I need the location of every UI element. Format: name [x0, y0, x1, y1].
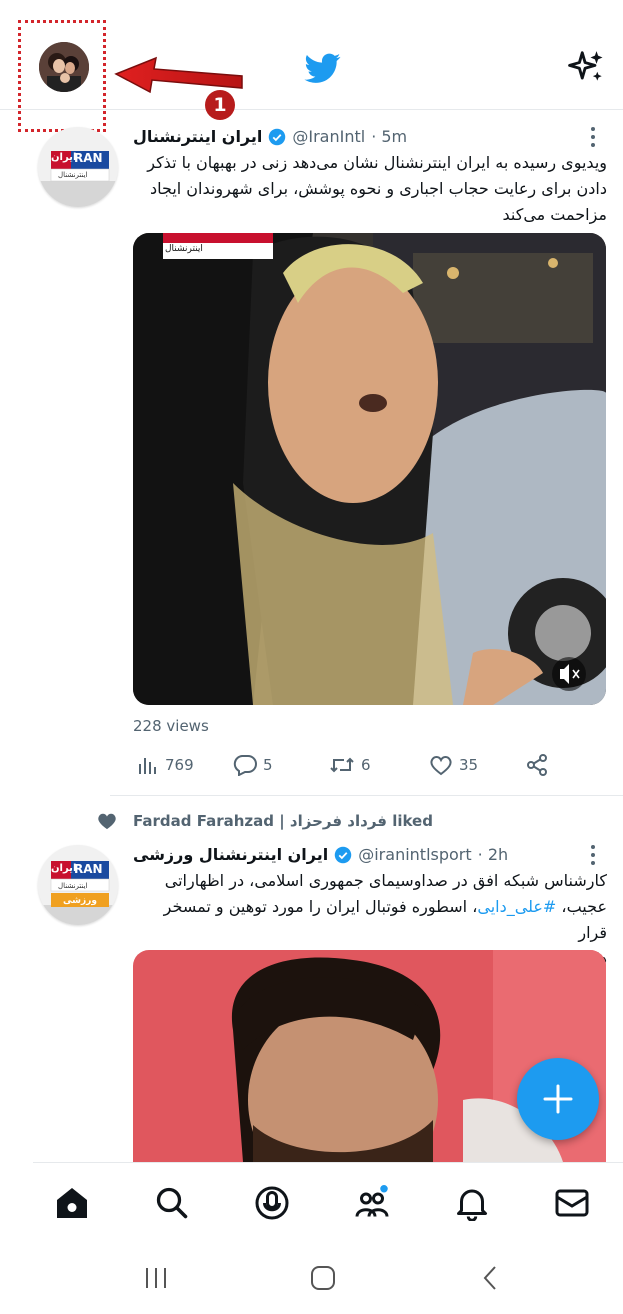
heart-icon: [430, 756, 452, 776]
plus-icon: [543, 1084, 573, 1114]
author-name[interactable]: ایران اینترنشنال ورزشی: [133, 845, 328, 864]
compose-tweet-button[interactable]: [517, 1058, 599, 1140]
tweet-text-fragment: عجیب،: [556, 897, 607, 916]
author-handle[interactable]: @iranintlsport: [358, 845, 471, 864]
tweet-text-line: عجیب، #علی_دایی، اسطوره فوتبال ایران را …: [133, 894, 607, 946]
analytics-icon: [139, 758, 156, 774]
tweet-text-line: کارشناس شبکه افق در صداوسیمای جمهوری اسل…: [164, 871, 607, 890]
notifications-icon[interactable]: [454, 1185, 490, 1221]
reply-button[interactable]: 5: [233, 754, 273, 776]
logo-fa-text: ایران: [51, 863, 77, 874]
share-icon[interactable]: [525, 753, 549, 777]
liked-suffix: liked: [392, 812, 433, 830]
liked-by-name: Fardad Farahzad | فرداد فرحزاد: [133, 812, 387, 830]
analytics-button[interactable]: 769: [137, 754, 194, 776]
analytics-count: 769: [165, 756, 194, 774]
verified-badge-icon: [334, 846, 352, 863]
recents-icon[interactable]: [141, 1263, 171, 1293]
video-channel-label: اینترنشنال: [165, 244, 203, 254]
logo-sub-text: اینترنشنال: [58, 882, 88, 890]
like-count: 35: [459, 756, 479, 774]
search-icon[interactable]: [154, 1185, 190, 1221]
messages-icon[interactable]: [554, 1185, 590, 1221]
author-handle[interactable]: @IranIntl: [292, 127, 365, 146]
retweet-button[interactable]: 6: [329, 754, 371, 776]
hashtag-link[interactable]: #علی_دایی: [477, 897, 556, 916]
communities-icon[interactable]: [354, 1185, 390, 1221]
verified-badge-icon: [269, 128, 286, 145]
spaces-icon[interactable]: [254, 1185, 290, 1221]
more-options-icon[interactable]: [590, 844, 596, 866]
retweet-icon: [330, 757, 354, 773]
tweet-video[interactable]: [133, 233, 606, 705]
liked-heart-icon: [98, 813, 116, 830]
like-button[interactable]: 35: [429, 754, 478, 776]
reply-count: 5: [263, 756, 273, 774]
tweet-time: · 5m: [371, 127, 408, 146]
tweet-time: · 2h: [477, 845, 509, 864]
home-button-icon[interactable]: [308, 1263, 338, 1293]
author-name[interactable]: ایران اینترنشنال: [133, 127, 262, 146]
tweet-author-avatar[interactable]: [38, 127, 118, 207]
views-count: 228 views: [133, 717, 209, 735]
tweet-header: ایران اینترنشنال ورزشی @iranintlsport · …: [133, 845, 508, 864]
logo-sub-text: اینترنشنال: [58, 171, 88, 179]
twitter-bird-icon[interactable]: [303, 50, 343, 86]
tweet-divider: [110, 795, 623, 796]
tweet-header: ایران اینترنشنال @IranIntl · 5m: [133, 127, 407, 146]
logo-en-text: RAN: [74, 862, 103, 876]
annotation-step-badge: 1: [205, 90, 235, 120]
video-frame: [133, 233, 606, 705]
logo-fa-text: ایران: [51, 152, 77, 163]
annotation-highlight-box: [18, 20, 106, 132]
tweet-text: ویدیوی رسیده به ایران اینترنشنال نشان می…: [147, 153, 607, 224]
logo-sport-text: ورزشی: [63, 896, 97, 906]
retweet-count: 6: [361, 756, 371, 774]
home-icon[interactable]: [54, 1185, 90, 1221]
more-options-icon[interactable]: [590, 126, 596, 148]
reply-icon: [233, 755, 257, 776]
sparkle-icon[interactable]: [568, 48, 606, 86]
logo-en-text: RAN: [74, 151, 103, 165]
iran-international-logo: [38, 127, 118, 207]
back-icon[interactable]: [476, 1263, 506, 1293]
social-context[interactable]: Fardad Farahzad | فرداد فرحزاد liked: [133, 812, 433, 830]
bottom-navigation: [33, 1162, 623, 1252]
